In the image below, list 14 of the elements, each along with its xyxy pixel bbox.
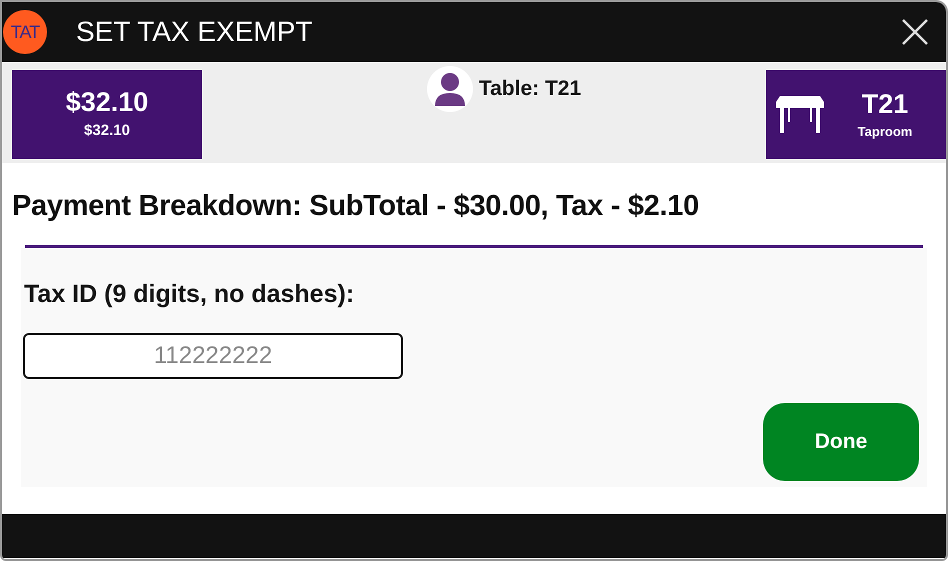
table-icon xyxy=(776,96,824,134)
subtotal-amount: $32.10 xyxy=(84,121,130,142)
tax-id-field[interactable]: 112222222 xyxy=(23,333,403,379)
done-button[interactable]: Done xyxy=(763,402,919,480)
person-icon xyxy=(434,73,465,106)
tax-id-label: Tax ID (9 digits, no dashes): xyxy=(24,278,356,310)
close-button[interactable] xyxy=(900,17,930,47)
table-area: Taproom xyxy=(858,122,912,142)
table-name: T21 xyxy=(862,88,908,121)
payment-breakdown: Payment Breakdown: SubTotal - $30.00, Tax - $2.10 xyxy=(12,189,700,224)
logo-text: TAT xyxy=(10,20,40,44)
table-label: Table: T21 xyxy=(478,76,582,102)
total-amount: $32.10 xyxy=(66,86,148,120)
window-title: SET TAX EXEMPT xyxy=(76,15,313,49)
